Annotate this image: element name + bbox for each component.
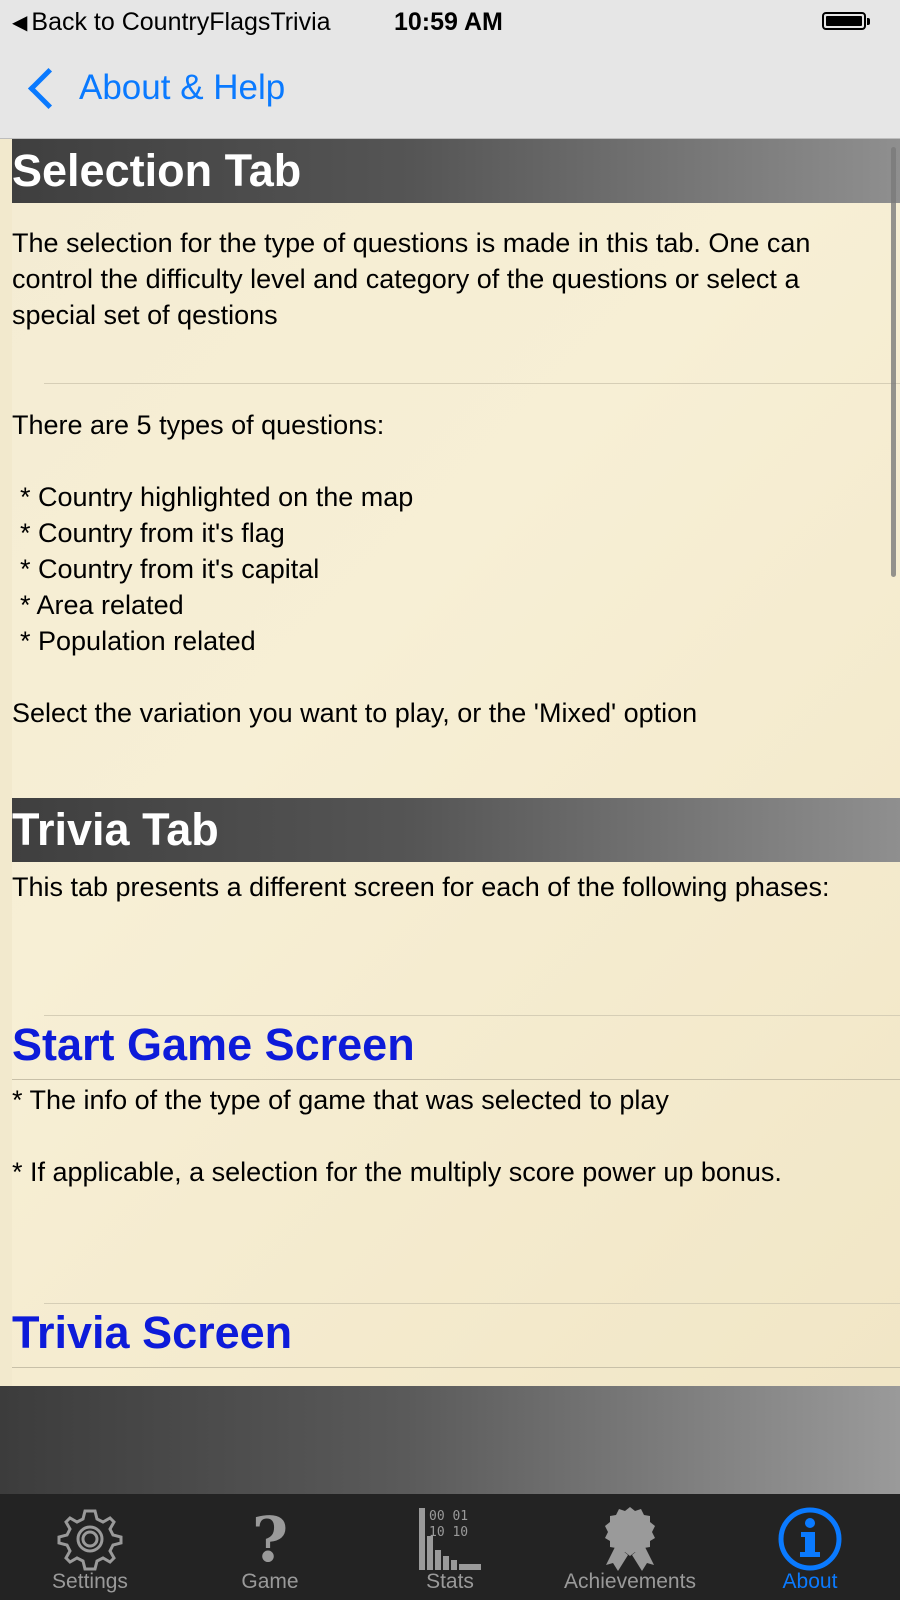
question-icon: ? — [251, 1502, 289, 1576]
gear-icon — [56, 1504, 124, 1574]
status-time: 10:59 AM — [394, 8, 503, 36]
selection-tab-intro: The selection for the type of questions … — [12, 228, 811, 330]
tab-stats[interactable]: 00 01 10 10 Stats — [360, 1494, 540, 1600]
tab-bar: Settings ? Game 00 01 10 10 Stats Achiev… — [0, 1494, 900, 1600]
start-game-screen-heading: Start Game Screen — [12, 1019, 415, 1070]
question-types-intro: There are 5 types of questions: — [12, 410, 385, 440]
back-to-app-link[interactable]: ◀ Back to CountryFlagsTrivia — [12, 8, 331, 37]
tab-label: Game — [241, 1570, 299, 1593]
trivia-screen-heading: Trivia Screen — [12, 1307, 293, 1358]
tab-label: About — [782, 1570, 838, 1593]
bottom-banner — [0, 1386, 900, 1494]
divider — [44, 1303, 900, 1304]
tab-settings[interactable]: Settings — [0, 1494, 180, 1600]
divider — [44, 1015, 900, 1016]
divider — [12, 1367, 900, 1368]
start-game-item: * If applicable, a selection for the mul… — [12, 1157, 782, 1187]
status-bar: ◀ Back to CountryFlagsTrivia 10:59 AM — [0, 0, 900, 44]
svg-text:00 01: 00 01 — [429, 1509, 468, 1524]
divider — [44, 383, 900, 384]
question-type-item: * Area related — [20, 590, 184, 620]
start-game-item: * The info of the type of game that was … — [12, 1085, 669, 1115]
info-icon — [777, 1504, 843, 1574]
scrollbar[interactable] — [891, 147, 896, 577]
svg-text:10 10: 10 10 — [429, 1525, 468, 1540]
trivia-tab-heading: Trivia Tab — [12, 798, 900, 862]
back-to-app-label: Back to CountryFlagsTrivia — [31, 8, 331, 36]
divider — [12, 1079, 900, 1080]
tab-label: Achievements — [564, 1570, 696, 1593]
tab-achievements[interactable]: Achievements — [540, 1494, 720, 1600]
tab-label: Settings — [52, 1570, 128, 1593]
question-type-item: * Population related — [20, 626, 256, 656]
tab-about[interactable]: About — [720, 1494, 900, 1600]
tab-game[interactable]: ? Game — [180, 1494, 360, 1600]
question-type-item: * Country from it's flag — [20, 518, 285, 548]
nav-back-label: About & Help — [79, 68, 286, 107]
question-type-item: * Country highlighted on the map — [20, 482, 414, 512]
back-triangle-icon: ◀ — [12, 12, 28, 34]
selection-tab-outro: Select the variation you want to play, o… — [12, 698, 698, 728]
chevron-left-icon — [27, 67, 70, 109]
stats-icon: 00 01 10 10 — [417, 1504, 483, 1574]
tab-label: Stats — [426, 1570, 474, 1593]
about-help-back-button[interactable]: About & Help — [24, 67, 286, 109]
help-content[interactable]: Selection Tab The selection for the type… — [12, 139, 900, 1387]
selection-tab-heading: Selection Tab — [12, 139, 900, 203]
trivia-tab-intro: This tab presents a different screen for… — [12, 872, 830, 902]
navigation-bar: About & Help — [0, 44, 900, 139]
battery-icon — [822, 12, 870, 30]
ribbon-icon — [598, 1504, 662, 1574]
question-type-item: * Country from it's capital — [20, 554, 320, 584]
